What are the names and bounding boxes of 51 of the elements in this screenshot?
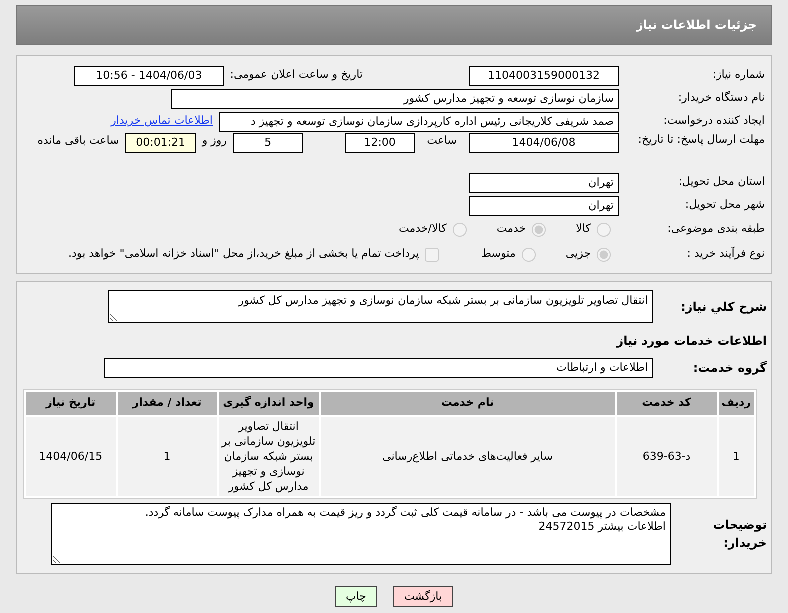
text-field[interactable]: اطلاعات و ارتباطات bbox=[104, 358, 653, 378]
field-label: گروه خدمت: bbox=[692, 360, 767, 376]
text-field[interactable]: سازمان نوسازی توسعه و تجهیز مدارس کشور bbox=[171, 88, 619, 108]
table-cell: 1404/06/15 bbox=[26, 416, 116, 496]
column-header: تعداد / مقدار bbox=[118, 392, 217, 414]
option-label: کالا/خدمت bbox=[399, 221, 447, 238]
column-header: نام خدمت bbox=[320, 392, 615, 414]
column-header: ردیف bbox=[718, 392, 754, 414]
option-label: متوسط bbox=[481, 246, 516, 262]
option-label: کالا bbox=[576, 221, 591, 238]
table-cell: 1 bbox=[718, 416, 754, 496]
column-header: کد خدمت bbox=[616, 392, 717, 414]
checkbox-label: پرداخت تمام یا بخشی از مبلغ خرید،از محل "اسناد خزانه اسلامی" خواهد بود. bbox=[68, 246, 420, 262]
field-label: شهر محل تحویل: bbox=[684, 197, 766, 214]
option-label: خدمت bbox=[496, 221, 526, 238]
field-label: استان محل تحویل: bbox=[678, 174, 766, 190]
option-label: جزیی bbox=[566, 246, 591, 262]
field-label: مهلت ارسال پاسخ: تا تاریخ: bbox=[637, 133, 766, 146]
field-label: ایجاد کننده درخواست: bbox=[662, 113, 766, 130]
field-label: شماره نیاز: bbox=[712, 67, 766, 84]
column-header: تاریخ نیاز bbox=[26, 392, 116, 414]
section-heading: اطلاعات خدمات مورد نیاز bbox=[616, 332, 767, 350]
text-field[interactable]: تهران bbox=[469, 172, 619, 192]
table-cell: د-63-639 bbox=[616, 416, 717, 496]
table-cell: سایر فعالیت‌های خدماتی اطلاع‌رسانی bbox=[320, 416, 615, 496]
timer-field[interactable]: 00:01:21 bbox=[125, 133, 196, 153]
field-label: شرح کلي نياز: bbox=[680, 298, 767, 316]
column-header: واحد اندازه گیری bbox=[218, 392, 319, 414]
text-field[interactable]: 1404/06/08 bbox=[469, 133, 619, 153]
text-field[interactable]: 5 bbox=[233, 133, 304, 153]
back-button[interactable]: بازگشت bbox=[393, 586, 454, 606]
field-label: توضیحات خریدار: bbox=[712, 516, 767, 552]
table-cell: انتقال تصاویر تلویزیون سازمانی بر بستر شبکه سازمان نوسازی و تجهیز مدارس کل کشور bbox=[218, 416, 319, 496]
field-label: روز و bbox=[202, 133, 228, 149]
field-label: نوع فرآیند خرید : bbox=[686, 246, 766, 262]
text-field[interactable]: صمد شریفی کلاریجانی رئیس اداره کارپردازی سازمان نوسازی توسعه و تجهیز د bbox=[219, 112, 619, 132]
text-field[interactable]: 12:00 bbox=[345, 133, 416, 153]
field-label: ساعت bbox=[427, 133, 457, 149]
text-field[interactable]: 1104003159000132 bbox=[469, 66, 619, 86]
field-label: ساعت باقی مانده bbox=[38, 133, 120, 149]
contact-link[interactable]: اطلاعات تماس خریدار bbox=[111, 113, 213, 130]
field-label: تاریخ و ساعت اعلان عمومی: bbox=[230, 67, 363, 84]
page-title: جزئیات اطلاعات نیاز bbox=[636, 17, 757, 34]
text-field[interactable]: تهران bbox=[469, 196, 619, 216]
print-button[interactable]: چاپ bbox=[334, 586, 378, 606]
notes-field[interactable]: مشخصات در پیوست می باشد - در سامانه قیمت کلی ثبت گردد و ریز قیمت به همراه مدارک پیوست سامانه گردد. اطلاعات بیشتر 24572015 bbox=[51, 502, 671, 564]
description-field[interactable]: انتقال تصاویر تلویزیون سازمانی بر بستر شبکه سازمان نوسازی و تجهیز مدارس کل کشور bbox=[108, 290, 653, 323]
table-cell: 1 bbox=[118, 416, 217, 496]
field-label: طبقه بندی موضوعی: bbox=[666, 221, 766, 238]
field-label: نام دستگاه خریدار: bbox=[677, 90, 766, 106]
text-field[interactable]: 1404/06/03 - 10:56 bbox=[74, 66, 224, 86]
